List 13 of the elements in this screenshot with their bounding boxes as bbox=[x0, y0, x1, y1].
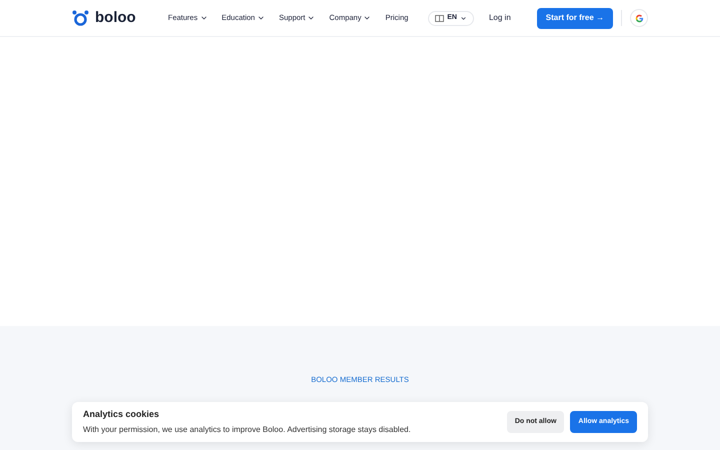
chevron-down-icon bbox=[307, 14, 316, 22]
cookie-text: With your permission, we use analytics to improve Boloo. Advertising storage stays disabled. bbox=[83, 424, 411, 436]
cookie-title: Analytics cookies bbox=[83, 408, 160, 422]
book-icon bbox=[435, 14, 444, 22]
chevron-down-icon bbox=[200, 14, 208, 22]
google-icon[interactable] bbox=[630, 9, 648, 27]
start-button[interactable]: Start for free → bbox=[536, 8, 613, 28]
logo-icon bbox=[72, 10, 89, 26]
logo-text: boloo bbox=[95, 8, 136, 28]
chevron-down-icon bbox=[363, 14, 372, 22]
chevron-down-icon bbox=[460, 14, 467, 22]
login-link[interactable]: Log in bbox=[488, 12, 511, 24]
chevron-down-icon bbox=[256, 14, 265, 22]
